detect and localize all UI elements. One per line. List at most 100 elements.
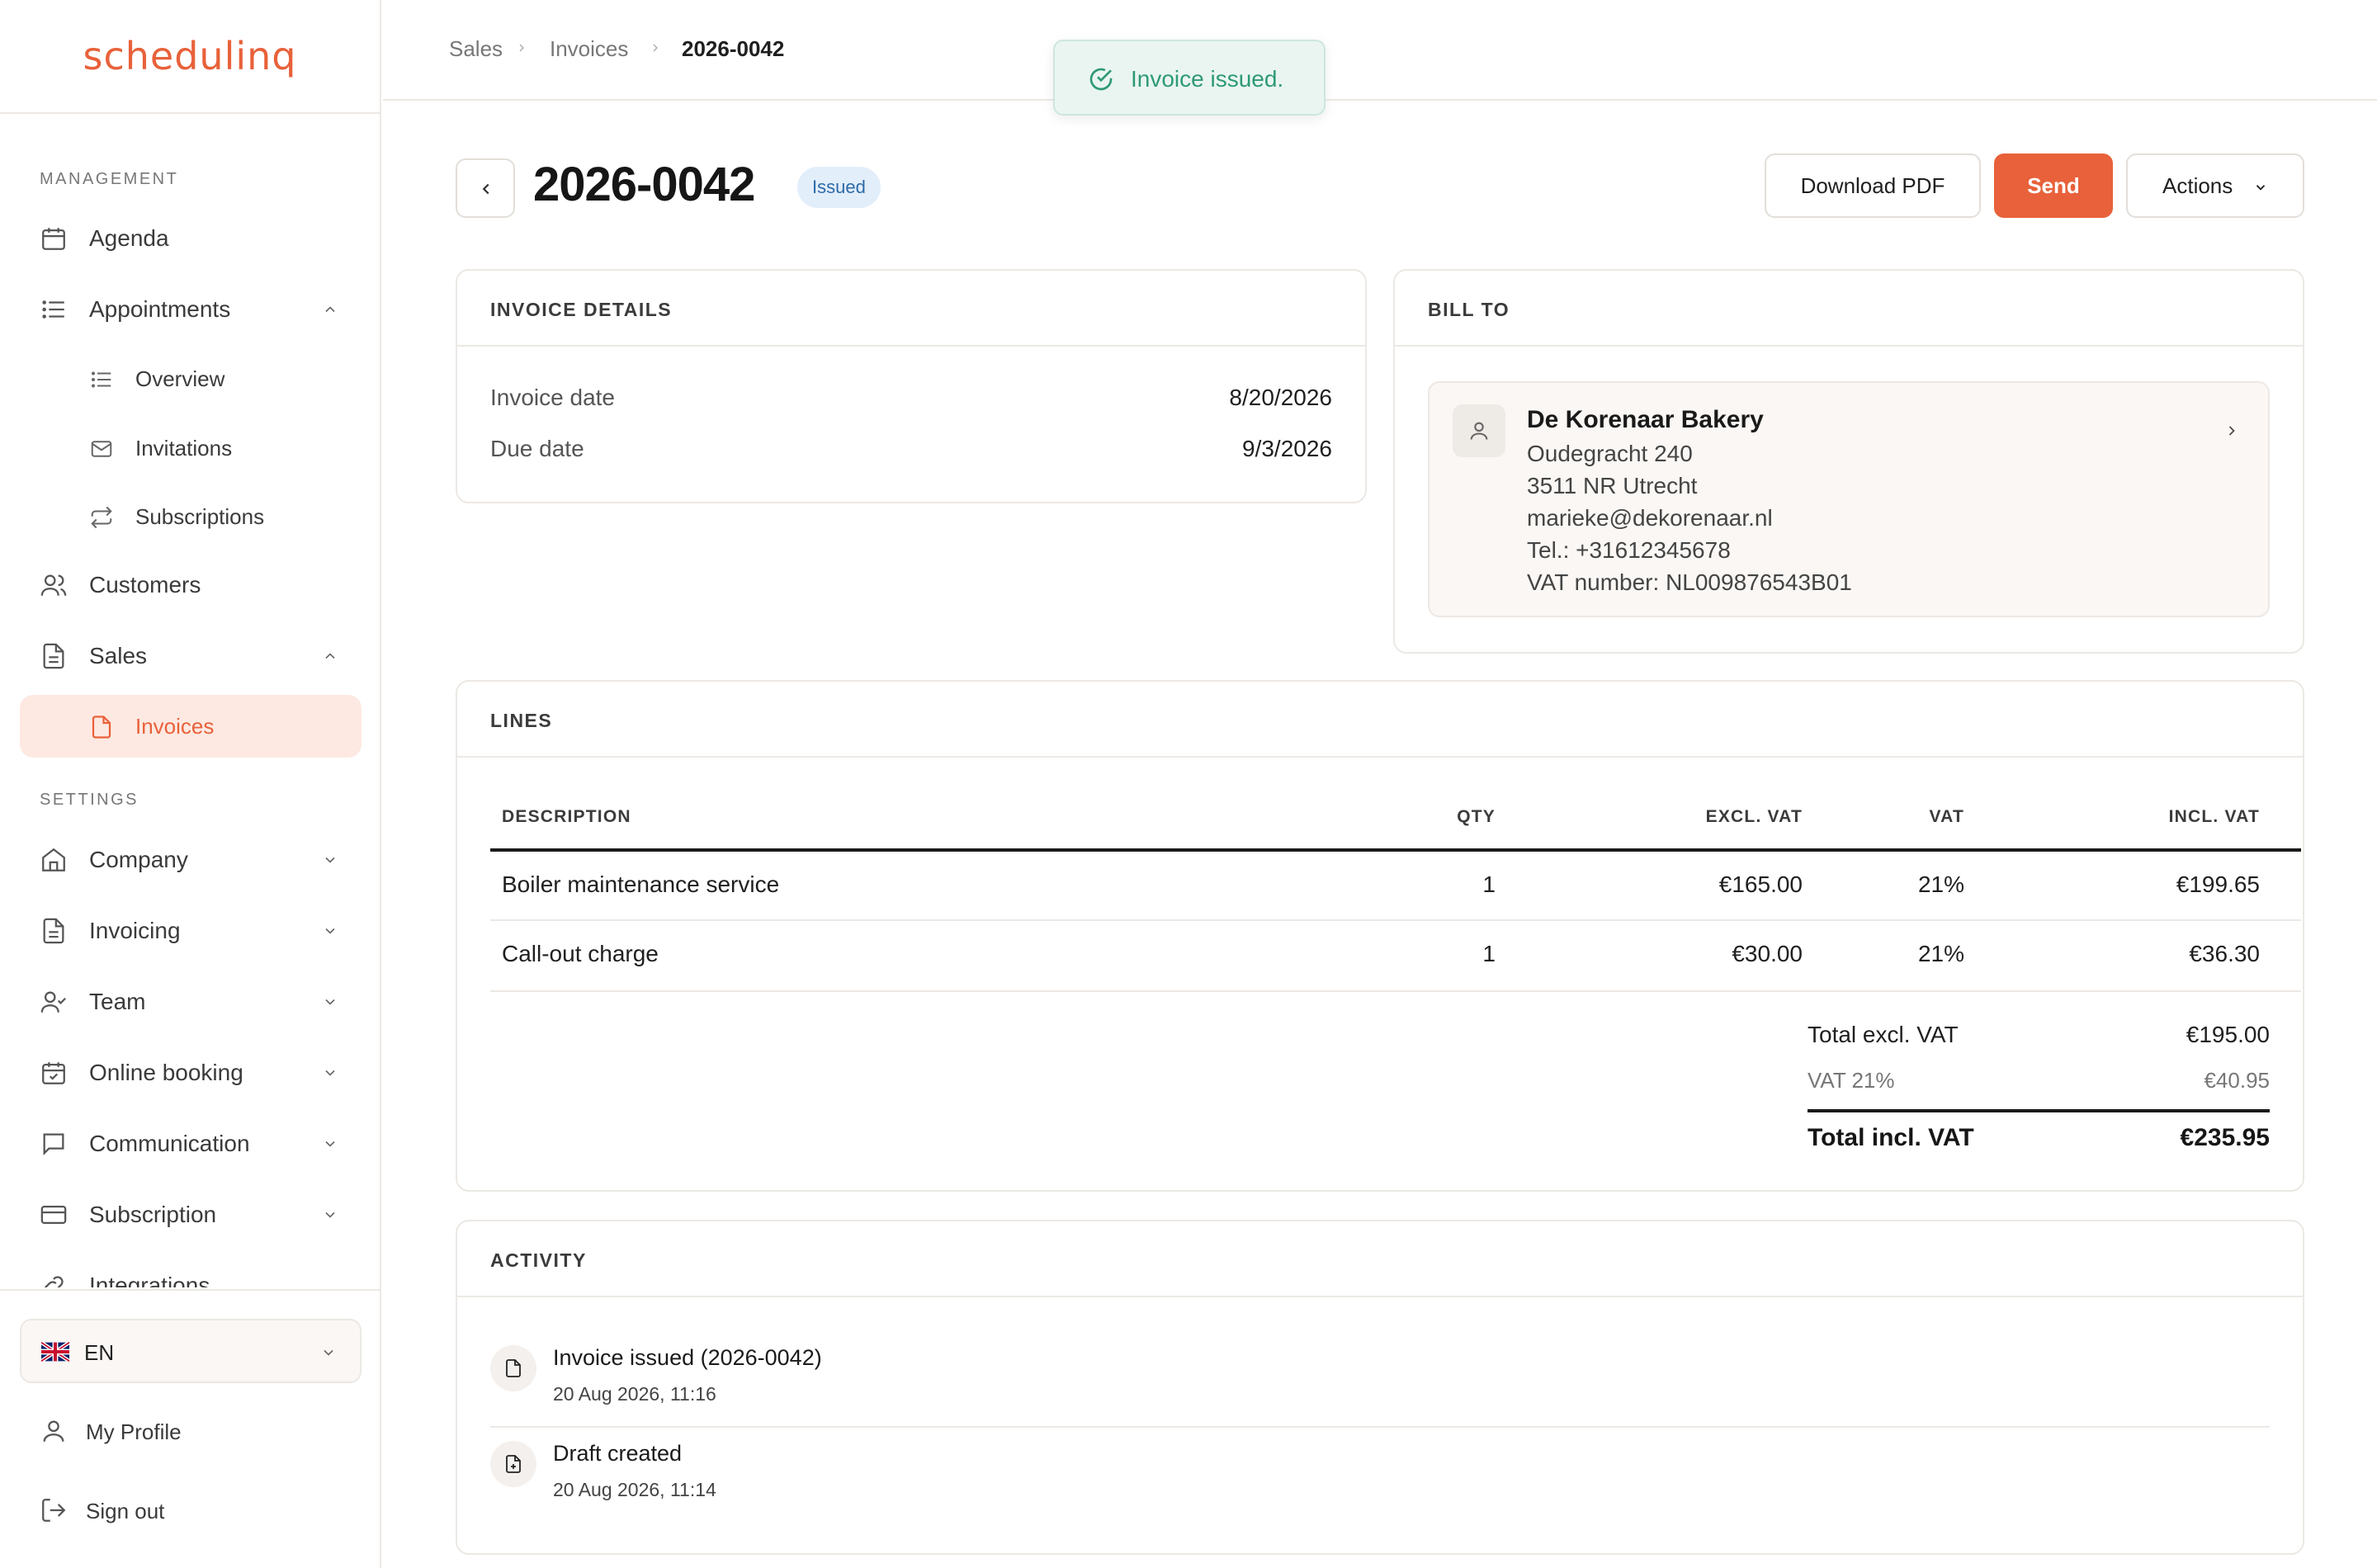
user-icon xyxy=(1470,422,1488,440)
document-icon xyxy=(506,1359,521,1377)
chat-icon xyxy=(43,1133,64,1156)
calendar-icon xyxy=(42,228,65,250)
totals-divider xyxy=(1808,1109,2270,1112)
language-value: EN xyxy=(84,1340,115,1365)
sidebar-item-subscription[interactable]: Subscription xyxy=(20,1183,362,1246)
line-incl-vat: €36.30 xyxy=(2189,941,2260,966)
actions-label: Actions xyxy=(2162,173,2233,198)
sidebar-item-appointments[interactable]: Appointments xyxy=(20,278,362,341)
sidebar-item-label: Integrations xyxy=(89,1273,210,1287)
table-header-divider xyxy=(490,848,2301,852)
sidebar-nav[interactable]: MANAGEMENT Agenda Appointments Overview … xyxy=(0,116,380,1287)
card-header: INVOICE DETAILS xyxy=(457,271,1365,347)
sign-out-link[interactable]: Sign out xyxy=(40,1485,353,1535)
sidebar-item-online-booking[interactable]: Online booking xyxy=(20,1041,362,1104)
card-title: INVOICE DETAILS xyxy=(490,299,673,320)
due-date-label: Due date xyxy=(490,436,584,461)
sidebar-item-invoices[interactable]: Invoices xyxy=(20,695,362,758)
total-excl-vat-value: €195.00 xyxy=(2186,1022,2270,1047)
credit-card-icon xyxy=(40,1205,67,1225)
sidebar-item-label: Overview xyxy=(135,366,225,391)
line-vat: 21% xyxy=(1917,941,1964,966)
document-icon xyxy=(43,643,64,669)
activity-divider xyxy=(490,1426,2270,1428)
check-circle-icon xyxy=(1089,68,1113,91)
sidebar-item-agenda[interactable]: Agenda xyxy=(20,207,362,270)
chevron-right-icon xyxy=(519,44,524,52)
chevron-down-icon xyxy=(325,1211,335,1218)
sidebar-item-customers[interactable]: Customers xyxy=(20,554,362,616)
avatar xyxy=(1453,404,1505,457)
section-label-management: MANAGEMENT xyxy=(40,170,179,188)
section-label-settings: SETTINGS xyxy=(40,791,139,809)
list-icon xyxy=(92,371,111,388)
logo-area: schedulinq xyxy=(0,0,380,114)
sidebar-item-integrations[interactable]: Integrations xyxy=(20,1254,362,1287)
users-icon xyxy=(40,574,67,596)
home-icon xyxy=(42,848,65,871)
column-header-vat: VAT xyxy=(1929,807,1964,826)
sidebar-footer: EN My Profile Sign out xyxy=(0,1289,380,1568)
card-header: LINES xyxy=(457,682,2303,758)
sidebar-item-label: Sales xyxy=(89,643,148,668)
chevron-up-icon xyxy=(325,306,335,313)
send-button[interactable]: Send xyxy=(1994,153,2113,218)
activity-card: ACTIVITY Invoice issued (2026-0042) 20 A… xyxy=(456,1220,2304,1555)
language-select[interactable]: EN xyxy=(20,1319,362,1383)
sidebar-item-subscriptions[interactable]: Subscriptions xyxy=(20,485,362,548)
line-excl-vat: €30.00 xyxy=(1732,941,1803,966)
breadcrumb-current: 2026-0042 xyxy=(682,36,785,61)
sidebar-item-team[interactable]: Team xyxy=(20,971,362,1033)
actions-dropdown[interactable]: Actions xyxy=(2126,153,2304,218)
document-icon xyxy=(92,716,111,739)
line-excl-vat: €165.00 xyxy=(1718,871,1803,897)
card-header: ACTIVITY xyxy=(457,1221,2303,1297)
chevron-down-icon xyxy=(325,999,335,1005)
sidebar-item-overview[interactable]: Overview xyxy=(20,347,362,410)
sidebar-item-communication[interactable]: Communication xyxy=(20,1112,362,1175)
sidebar-item-company[interactable]: Company xyxy=(20,829,362,891)
logo[interactable]: schedulinq xyxy=(83,34,297,78)
sidebar-item-sales[interactable]: Sales xyxy=(20,625,362,687)
activity-icon-wrap xyxy=(490,1345,536,1391)
card-title: BILL TO xyxy=(1428,299,1510,320)
page-title: 2026-0042 xyxy=(533,158,755,211)
download-pdf-button[interactable]: Download PDF xyxy=(1765,153,1981,218)
total-excl-vat-label: Total excl. VAT xyxy=(1808,1022,1959,1047)
calendar-check-icon xyxy=(42,1062,65,1084)
sidebar-item-label: Appointments xyxy=(89,296,231,322)
line-qty: 1 xyxy=(1482,871,1496,897)
customer-link[interactable]: De Korenaar Bakery Oudegracht 240 3511 N… xyxy=(1428,381,2270,617)
due-date-value: 9/3/2026 xyxy=(1242,436,1332,461)
line-description: Call-out charge xyxy=(502,941,659,966)
sidebar-item-label: Online booking xyxy=(89,1060,243,1085)
repeat-icon xyxy=(91,506,112,529)
line-qty: 1 xyxy=(1482,941,1496,966)
sidebar-item-label: Communication xyxy=(89,1131,250,1156)
sidebar: schedulinq MANAGEMENT Agenda Appointment… xyxy=(0,0,381,1568)
sidebar-item-invoicing[interactable]: Invoicing xyxy=(20,900,362,962)
line-description: Boiler maintenance service xyxy=(502,871,780,897)
sidebar-item-invitations[interactable]: Invitations xyxy=(20,417,362,479)
back-button[interactable] xyxy=(456,158,515,218)
breadcrumb-sales[interactable]: Sales xyxy=(449,36,503,62)
invoice-details-card: INVOICE DETAILS Invoice date 8/20/2026 D… xyxy=(456,269,1367,503)
chevron-down-icon xyxy=(2256,185,2266,191)
document-plus-icon xyxy=(506,1455,521,1473)
row-divider xyxy=(490,990,2301,992)
breadcrumb-invoices[interactable]: Invoices xyxy=(550,36,628,62)
vat-total-value: €40.95 xyxy=(2204,1068,2270,1093)
card-title: ACTIVITY xyxy=(490,1249,587,1271)
toast-notification: Invoice issued. xyxy=(1053,40,1326,116)
document-icon xyxy=(43,918,64,944)
uk-flag-icon xyxy=(41,1342,69,1362)
topbar: Sales Invoices 2026-0042 xyxy=(383,0,2377,101)
sign-out-icon xyxy=(42,1499,66,1522)
customer-email: marieke@dekorenaar.nl xyxy=(1527,505,1773,531)
my-profile-link[interactable]: My Profile xyxy=(40,1406,353,1456)
sidebar-item-label: Invoices xyxy=(135,713,215,739)
chevron-left-icon xyxy=(482,183,489,195)
sidebar-item-label: Company xyxy=(89,847,188,872)
link-icon xyxy=(45,1276,64,1287)
invoice-date-label: Invoice date xyxy=(490,385,615,410)
